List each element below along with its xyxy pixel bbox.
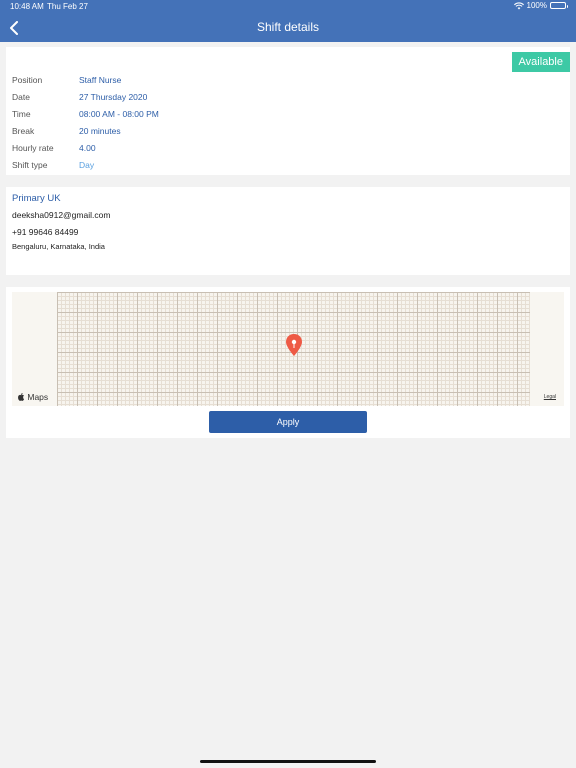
employer-address: Bengaluru, Karnataka, India	[12, 242, 105, 251]
date-label: Date	[12, 92, 30, 102]
employer-card: Primary UK deeksha0912@gmail.com +91 996…	[6, 187, 570, 275]
maps-label: Maps	[27, 392, 49, 402]
shift-details-card: Available Position Staff Nurse Date 27 T…	[6, 47, 570, 175]
legal-link[interactable]: Legal	[544, 394, 556, 400]
time-label: Time	[12, 109, 31, 119]
maps-logo: Maps	[18, 392, 48, 402]
battery-icon	[550, 2, 568, 9]
map-pin-icon[interactable]	[285, 334, 303, 358]
position-label: Position	[12, 75, 43, 85]
apple-icon	[18, 393, 25, 401]
break-value: 20 minutes	[79, 126, 121, 136]
nav-bar: Shift details	[0, 14, 576, 42]
position-value: Staff Nurse	[79, 75, 122, 85]
employer-name: Primary UK	[12, 193, 61, 204]
hourly-rate-label: Hourly rate	[12, 143, 54, 153]
shift-type-value: Day	[79, 160, 95, 170]
date-value: 27 Thursday 2020	[79, 92, 148, 102]
apply-button[interactable]: Apply	[209, 411, 367, 433]
map-view[interactable]: Maps Legal	[12, 292, 564, 406]
home-indicator	[200, 760, 376, 763]
hourly-rate-value: 4.00	[79, 143, 96, 153]
status-bar: 10:48 AM Thu Feb 27 100%	[0, 0, 576, 14]
employer-email: deeksha0912@gmail.com	[12, 210, 111, 220]
wifi-icon	[513, 1, 524, 9]
shift-type-label: Shift type	[12, 160, 48, 170]
page-title: Shift details	[256, 20, 320, 34]
break-label: Break	[12, 126, 35, 136]
location-card: Maps Legal Apply	[6, 287, 570, 438]
status-date: Thu Feb 27	[47, 2, 88, 11]
status-badge: Available	[511, 52, 570, 72]
status-time: 10:48 AM	[10, 2, 44, 11]
battery-percent: 100%	[526, 1, 547, 10]
employer-phone: +91 99646 84499	[12, 227, 79, 237]
time-value: 08:00 AM - 08:00 PM	[79, 109, 159, 119]
status-right: 100%	[513, 1, 568, 10]
